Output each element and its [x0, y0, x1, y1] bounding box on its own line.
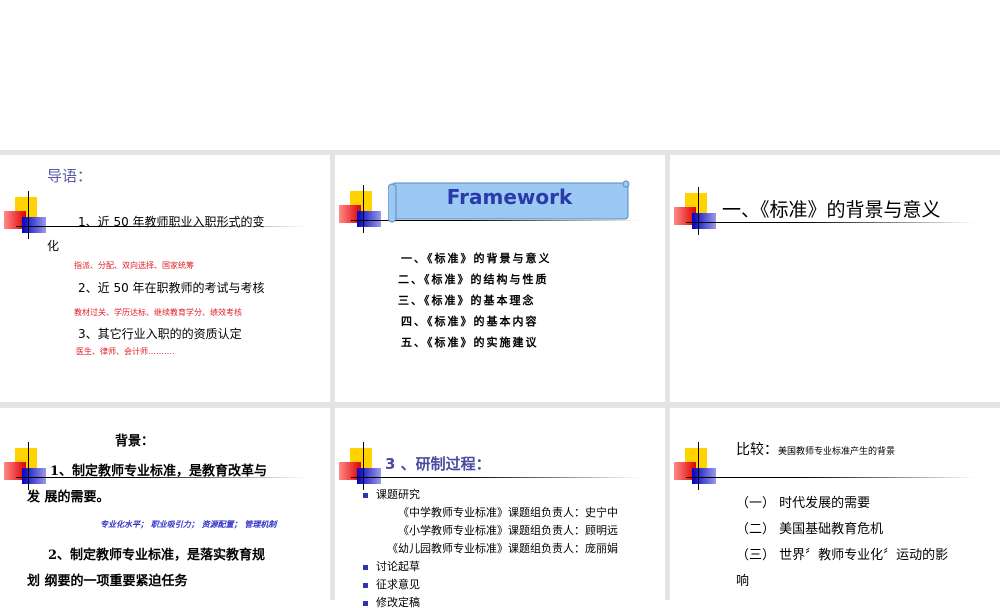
comparison-item: （三） 世界〞教师专业化〞运动的影 — [736, 548, 949, 563]
leader-line: 《小学教师专业标准》课题组负责人：顾明远 — [398, 524, 618, 537]
slide-sorter-grid: 导语： 1、近 50 年教师职业入职形式的变 化 指派、分配、双向选择、国家统筹… — [0, 150, 1000, 608]
bullet-item: 讨论起草 — [363, 558, 420, 574]
slide-thumbnail-3[interactable]: 一、《标准》的背景与意义 — [670, 155, 1000, 402]
blank-top-area — [0, 0, 1000, 150]
slide-title: 导语： — [47, 167, 93, 185]
point-2: 2、制定教师专业标准，是落实教育规 — [48, 548, 266, 563]
point-2-cont: 划 纲要的一项重要紧迫任务 — [27, 574, 188, 589]
slide-title: Framework — [446, 185, 573, 209]
framework-item: 四、《标准》的基本内容 — [401, 315, 539, 328]
point-1-cont: 发 展的需要。 — [27, 490, 110, 505]
point-2: 2、近 50 年在职教师的考试与考核 — [78, 281, 265, 295]
leader-line: 《中学教师专业标准》课题组负责人：史宁中 — [398, 506, 618, 519]
point-3-sub: 医生、律师、会计师………. — [76, 347, 175, 356]
framework-item: 一、《标准》的背景与意义 — [401, 252, 552, 265]
comparison-item: （一） 时代发展的需要 — [736, 496, 871, 511]
framework-item: 三、《标准》的基本理念 — [398, 294, 536, 307]
point-1-sub: 指派、分配、双向选择、国家统筹 — [74, 261, 194, 270]
framework-item: 五、《标准》的实施建议 — [401, 336, 539, 349]
slide-thumbnail-5[interactable]: 3 、研制过程： 课题研究 《中学教师专业标准》课题组负责人：史宁中 《小学教师… — [335, 408, 665, 608]
bullet-item: 课题研究 — [363, 486, 420, 502]
slide-title: 3 、研制过程： — [385, 455, 491, 473]
point-1-cont: 化 — [47, 239, 60, 253]
point-1: 1、近 50 年教师职业入职形式的变 — [78, 215, 265, 229]
comparison-item-cont: 响 — [736, 574, 750, 589]
point-1: 1、制定教师专业标准，是教育改革与 — [50, 464, 268, 479]
point-1-sub: 专业化水平； 职业吸引力； 资源配置； 管理机制 — [100, 519, 277, 529]
comparison-item: （二） 美国基础教育危机 — [736, 522, 884, 537]
slide-title: 一、《标准》的背景与意义 — [722, 199, 941, 221]
bullet-item: 征求意见 — [363, 576, 420, 592]
point-2-sub: 教材过关、学历达标、继续教育学分、绩效考核 — [74, 308, 242, 317]
leader-line: 《幼儿园教师专业标准》课题组负责人：庞丽娟 — [387, 542, 618, 555]
slide-title: 背景： — [115, 434, 155, 449]
slide-thumbnail-6[interactable]: 比较：美国教师专业标准产生的背景 （一） 时代发展的需要 （二） 美国基础教育危… — [670, 408, 1000, 608]
slide-thumbnail-4[interactable]: 背景： 1、制定教师专业标准，是教育改革与 发 展的需要。 专业化水平； 职业吸… — [0, 408, 330, 608]
slide-thumbnail-1[interactable]: 导语： 1、近 50 年教师职业入职形式的变 化 指派、分配、双向选择、国家统筹… — [0, 155, 330, 402]
slide-title: 比较：美国教师专业标准产生的背景 — [736, 442, 896, 458]
point-3: 3、其它行业入职的的资质认定 — [78, 327, 242, 341]
slide-thumbnail-2[interactable]: Framework 一、《标准》的背景与意义 二、《标准》的结构与性质 三、《标… — [335, 155, 665, 402]
bullet-item: 修改定稿 — [363, 594, 420, 608]
framework-item: 二、《标准》的结构与性质 — [398, 273, 549, 286]
